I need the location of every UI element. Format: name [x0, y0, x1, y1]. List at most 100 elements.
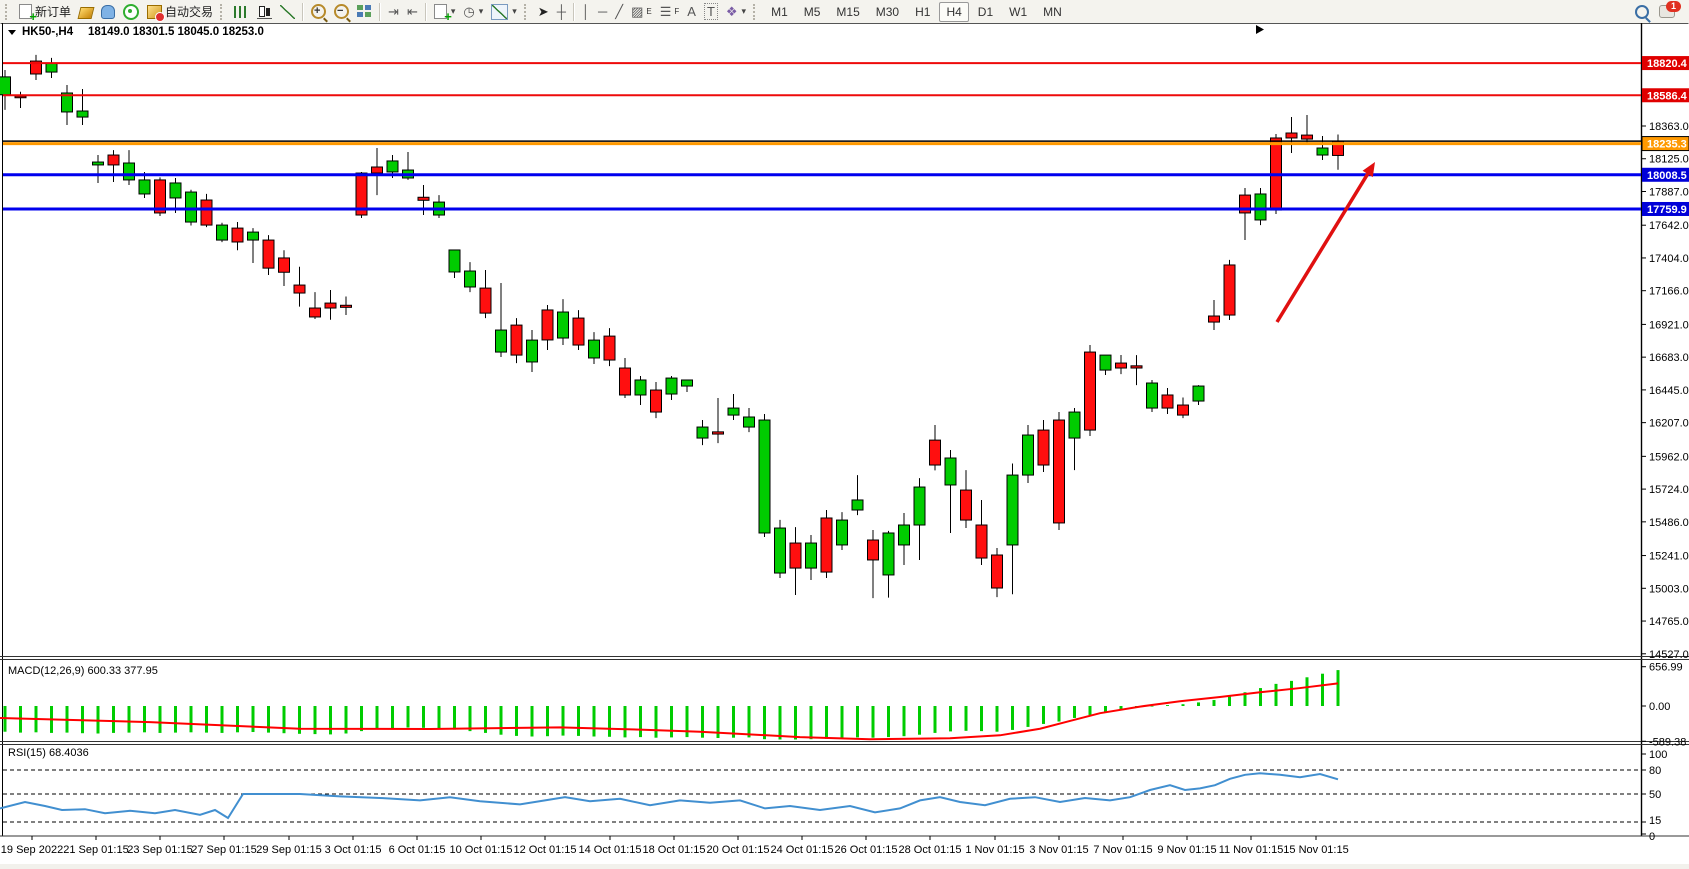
rsi-label: RSI(15) 68.4036: [8, 747, 89, 759]
chart-window[interactable]: 18363.018125.017887.017642.017404.017166…: [0, 23, 1689, 864]
channel-tool-button[interactable]: ▨E: [627, 2, 656, 22]
candle-body: [1317, 148, 1328, 155]
candle-body: [170, 183, 181, 198]
tab-m15[interactable]: M15: [829, 2, 866, 22]
price-badge-label: 17759.9: [1647, 204, 1687, 216]
macd-scale-label: -589.38: [1649, 736, 1686, 748]
channel-icon: ▨: [631, 4, 643, 20]
chart-shift-button[interactable]: ⇤: [403, 2, 422, 22]
zoom-out-button[interactable]: [330, 2, 353, 22]
hline-tool-button[interactable]: ─: [594, 2, 611, 22]
candle-body: [1116, 363, 1127, 368]
candle-body: [1038, 430, 1049, 465]
signal-icon: [123, 4, 139, 20]
price-chart[interactable]: 18363.018125.017887.017642.017404.017166…: [0, 23, 1689, 864]
new-order-button[interactable]: 新订单: [15, 2, 75, 22]
tile-windows-icon: [357, 5, 372, 19]
cursor-tool-button[interactable]: ➤: [534, 2, 553, 22]
candlestick-chart-button[interactable]: [253, 2, 276, 22]
candle-body: [372, 167, 383, 173]
vline-tool-button[interactable]: │: [578, 2, 594, 22]
toolbar-grip[interactable]: [753, 4, 760, 20]
rsi-scale-label: 0: [1649, 831, 1655, 843]
time-axis-label: 19 Sep 2022: [1, 844, 63, 856]
candle-body: [1209, 316, 1220, 322]
time-axis-label: 7 Nov 01:15: [1093, 844, 1152, 856]
arrows-tool-button[interactable]: ❖▾: [722, 2, 750, 22]
indicators-button[interactable]: ▾: [430, 2, 460, 22]
cursor-icon: ➤: [538, 4, 549, 20]
toolbar-grip[interactable]: [5, 4, 12, 20]
price-tick-label: 17166.0: [1649, 286, 1689, 298]
candle-body: [914, 487, 925, 525]
tab-h1[interactable]: H1: [908, 2, 937, 22]
tab-m5[interactable]: M5: [797, 2, 828, 22]
time-axis-label: 9 Nov 01:15: [1157, 844, 1216, 856]
candle-body: [1054, 420, 1065, 523]
candle-body: [697, 427, 708, 438]
candle-body: [945, 458, 956, 485]
candle-body: [1100, 355, 1111, 370]
templates-button[interactable]: ▾: [487, 2, 521, 22]
autotrade-button[interactable]: 自动交易: [143, 2, 217, 22]
time-axis-label: 3 Oct 01:15: [325, 844, 382, 856]
candle-body: [1069, 412, 1080, 438]
label-tool-button[interactable]: T: [700, 2, 722, 22]
line-chart-button[interactable]: [276, 2, 299, 22]
time-axis-label: 29 Sep 01:15: [256, 844, 321, 856]
search-icon[interactable]: [1635, 5, 1649, 19]
trendline-tool-button[interactable]: ╱: [611, 2, 627, 22]
candle-body: [480, 288, 491, 313]
zoom-in-button[interactable]: [307, 2, 330, 22]
signals-button[interactable]: [119, 2, 143, 22]
time-axis-label: 24 Oct 01:15: [771, 844, 834, 856]
price-tick-label: 16445.0: [1649, 385, 1689, 397]
candle-body: [465, 271, 476, 287]
bar-chart-button[interactable]: [230, 2, 253, 22]
market-icon: [78, 7, 95, 19]
candle-body: [527, 340, 538, 362]
candle-body: [1193, 386, 1204, 401]
tile-windows-button[interactable]: [353, 2, 376, 22]
zoom-out-icon: [334, 4, 349, 19]
tab-mn[interactable]: MN: [1036, 2, 1069, 22]
candle-body: [713, 432, 724, 434]
tab-m30[interactable]: M30: [869, 2, 906, 22]
chevron-down-icon: ▾: [512, 6, 517, 17]
candle-body: [837, 520, 848, 545]
candle-body: [542, 310, 553, 340]
vertical-line-icon: │: [582, 4, 590, 19]
periods-button[interactable]: ◷▾: [459, 2, 487, 22]
candle-body: [1302, 135, 1313, 139]
time-axis-label: 3 Nov 01:15: [1029, 844, 1088, 856]
toolbar-separator: [425, 3, 427, 21]
fibonacci-tool-button[interactable]: ☰F: [656, 2, 684, 22]
candle-body: [558, 312, 569, 338]
community-button[interactable]: [97, 2, 119, 22]
chat-icon[interactable]: 1: [1659, 5, 1675, 18]
tab-h4[interactable]: H4: [939, 2, 968, 22]
candle-body: [511, 325, 522, 355]
candle-body: [108, 155, 119, 165]
market-button[interactable]: [75, 2, 97, 22]
toolbar-grip[interactable]: [524, 4, 531, 20]
line-chart-icon: [280, 5, 295, 19]
time-axis-label: 20 Oct 01:15: [707, 844, 770, 856]
candle-body: [868, 540, 879, 560]
tab-w1[interactable]: W1: [1002, 2, 1034, 22]
chevron-down-icon: ▾: [479, 6, 484, 17]
price-tick-label: 14527.0: [1649, 649, 1689, 661]
candle-body: [604, 336, 615, 360]
toolbar-grip[interactable]: [220, 4, 227, 20]
crosshair-tool-button[interactable]: ┼: [553, 2, 570, 22]
candle-body: [806, 543, 817, 568]
candle-body: [1178, 405, 1189, 415]
time-axis-label: 23 Sep 01:15: [127, 844, 192, 856]
candlestick-icon: [257, 4, 272, 19]
rsi-scale-label: 100: [1649, 749, 1667, 761]
candle-body: [232, 228, 243, 242]
text-tool-button[interactable]: A: [683, 2, 700, 22]
tab-d1[interactable]: D1: [971, 2, 1000, 22]
auto-scroll-button[interactable]: ⇥: [384, 2, 403, 22]
tab-m1[interactable]: M1: [764, 2, 795, 22]
